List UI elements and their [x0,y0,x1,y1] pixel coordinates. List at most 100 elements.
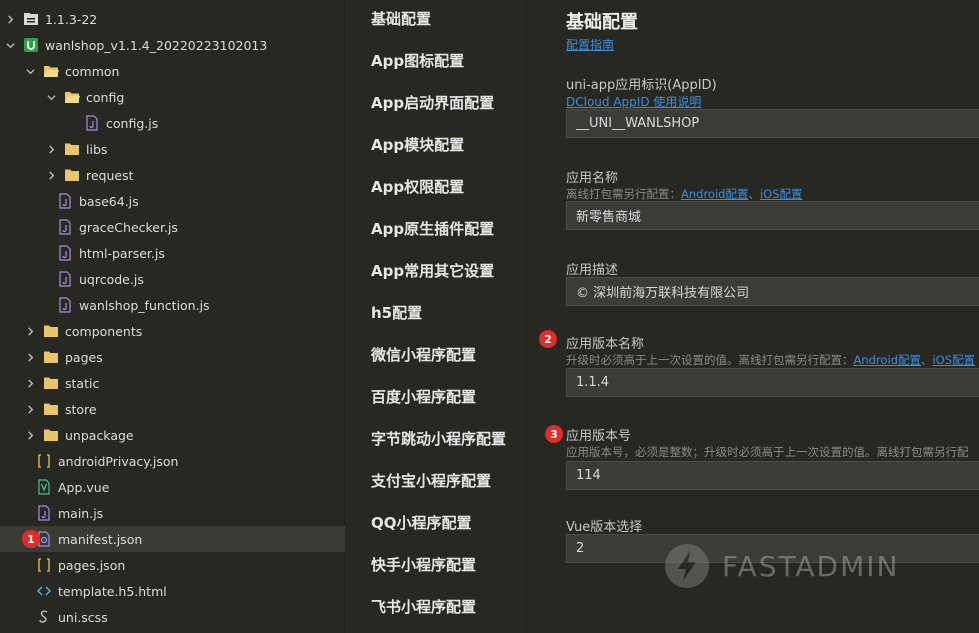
tree-item-label: 1.1.3-22 [45,11,98,27]
version-name-label: 应用版本名称 [566,337,645,352]
annotation-badge-3: 3 [545,425,563,443]
chevron-right-icon[interactable] [4,6,16,32]
tree-item-base64-js[interactable]: base64.js [0,188,345,214]
chevron-right-icon[interactable] [24,318,36,344]
ios-config-link[interactable]: iOS配置 [932,353,975,367]
tree-item-label: uqrcode.js [79,271,144,287]
app-desc-label: 应用描述 [566,263,619,278]
tree-item-wanlshop-function-js[interactable]: wanlshop_function.js [0,292,345,318]
vue-version-label: Vue版本选择 [566,520,643,535]
chevron-right-icon[interactable] [24,422,36,448]
html-file-icon [36,583,52,599]
project-folder-icon [23,11,39,27]
folder-icon [43,323,59,339]
nav-item-feishu-mp[interactable]: 飞书小程序配置 [371,596,476,617]
app-desc-input[interactable]: © 深圳前海万联科技有限公司 [566,277,979,306]
folder-icon [43,349,59,365]
tree-item-label: libs [86,141,108,157]
chevron-down-icon[interactable] [4,32,16,58]
tree-item-label: androidPrivacy.json [58,453,179,469]
tree-item-label: template.h5.html [58,583,167,599]
nav-item-app-icon[interactable]: App图标配置 [371,50,464,71]
nav-item-app-other[interactable]: App常用其它设置 [371,260,494,281]
watermark: FASTADMIN [664,543,899,589]
tree-item-request[interactable]: request [0,162,345,188]
version-name-input[interactable]: 1.1.4 [566,368,979,397]
nav-item-basic[interactable]: 基础配置 [371,8,431,29]
tree-item-pages-json[interactable]: pages.json [0,552,345,578]
tree-item-html-parser-js[interactable]: html-parser.js [0,240,345,266]
fastadmin-logo-icon [665,544,709,588]
app-name-hint: 离线打包需另行配置：Android配置、iOS配置 [566,186,803,202]
nav-item-baidu-mp[interactable]: 百度小程序配置 [371,386,476,407]
chevron-right-icon[interactable] [45,136,57,162]
tree-item-uni-scss[interactable]: uni.scss [0,604,345,630]
version-code-label: 应用版本号 [566,429,632,444]
tree-item-main-js[interactable]: main.js [0,500,345,526]
ios-config-link[interactable]: iOS配置 [760,187,803,201]
tree-item-label: main.js [58,505,104,521]
android-config-link[interactable]: Android配置 [681,187,748,201]
tree-item-config-js[interactable]: config.js [0,110,345,136]
chevron-right-icon[interactable] [24,370,36,396]
chevron-down-icon[interactable] [45,84,57,110]
nav-item-qq-mp[interactable]: QQ小程序配置 [371,512,472,533]
tree-item-label: wanlshop_v1.1.4_20220223102013 [45,37,268,53]
folder-open-icon [43,63,59,79]
appid-input[interactable]: __UNI__WANLSHOP [566,109,979,138]
chevron-right-icon[interactable] [24,396,36,422]
nav-item-app-native-plugins[interactable]: App原生插件配置 [371,218,494,239]
config-guide-link[interactable]: 配置指南 [566,36,614,53]
tree-item-unpackage[interactable]: unpackage [0,422,345,448]
tree-item-pages[interactable]: pages [0,344,345,370]
nav-item-app-splash[interactable]: App启动界面配置 [371,92,494,113]
uniapp-project-icon [23,37,39,53]
tree-item-androidprivacy-json[interactable]: androidPrivacy.json [0,448,345,474]
tree-item-libs[interactable]: libs [0,136,345,162]
tree-item-label: pages [65,349,103,365]
chevron-right-icon[interactable] [45,162,57,188]
nav-item-kuaishou-mp[interactable]: 快手小程序配置 [371,554,476,575]
tree-item-config-folder[interactable]: config [0,84,345,110]
android-config-link[interactable]: Android配置 [854,353,921,367]
chevron-right-icon[interactable] [24,344,36,370]
page-title: 基础配置 [566,12,638,33]
tree-item-label: unpackage [65,427,134,443]
nav-item-bytedance-mp[interactable]: 字节跳动小程序配置 [371,428,506,449]
nav-item-h5[interactable]: h5配置 [371,302,422,323]
tree-item-label: manifest.json [58,531,143,547]
tree-item-components[interactable]: components [0,318,345,344]
tree-item-wanlshop-project[interactable]: wanlshop_v1.1.4_20220223102013 [0,32,345,58]
tree-item-label: App.vue [58,479,110,495]
tree-item-label: common [65,63,120,79]
config-nav: 基础配置 App图标配置 App启动界面配置 App模块配置 App权限配置 A… [345,0,527,633]
project-explorer: 1.1.3-22 wanlshop_v1.1.4_20220223102013 … [0,0,345,633]
tree-item-label: components [65,323,143,339]
tree-item-1.1.3-22[interactable]: 1.1.3-22 [0,6,345,32]
tree-item-label: store [65,401,97,417]
app-name-hint-text: 离线打包需另行配置： [566,187,681,201]
version-name-hint: 升级时必须高于上一次设置的值。离线打包需另行配置：Android配置、iOS配置 [566,352,975,368]
tree-item-common[interactable]: common [0,58,345,84]
nav-item-app-permissions[interactable]: App权限配置 [371,176,464,197]
tree-item-gracechecker-js[interactable]: graceChecker.js [0,214,345,240]
version-code-hint: 应用版本号，必须是整数；升级时必须高于上一次设置的值。离线打包需另行配 [566,445,969,459]
js-file-icon [57,297,73,313]
nav-item-app-modules[interactable]: App模块配置 [371,134,464,155]
nav-item-wechat-mp[interactable]: 微信小程序配置 [371,344,476,365]
version-code-input[interactable]: 114 [566,461,979,490]
folder-icon [64,167,80,183]
appid-help-link[interactable]: DCloud AppID 使用说明 [566,93,701,110]
version-name-hint-text: 升级时必须高于上一次设置的值。离线打包需另行配置： [566,353,854,367]
tree-item-template-h5-html[interactable]: template.h5.html [0,578,345,604]
tree-item-static[interactable]: static [0,370,345,396]
tree-item-label: wanlshop_function.js [79,297,210,313]
nav-item-alipay-mp[interactable]: 支付宝小程序配置 [371,470,491,491]
app-name-input[interactable]: 新零售商城 [566,201,979,230]
folder-icon [43,427,59,443]
tree-item-uqrcode-js[interactable]: uqrcode.js [0,266,345,292]
tree-item-app-vue[interactable]: App.vue [0,474,345,500]
chevron-down-icon[interactable] [24,58,36,84]
tree-item-store[interactable]: store [0,396,345,422]
tree-item-manifest-json[interactable]: manifest.json [0,526,345,552]
